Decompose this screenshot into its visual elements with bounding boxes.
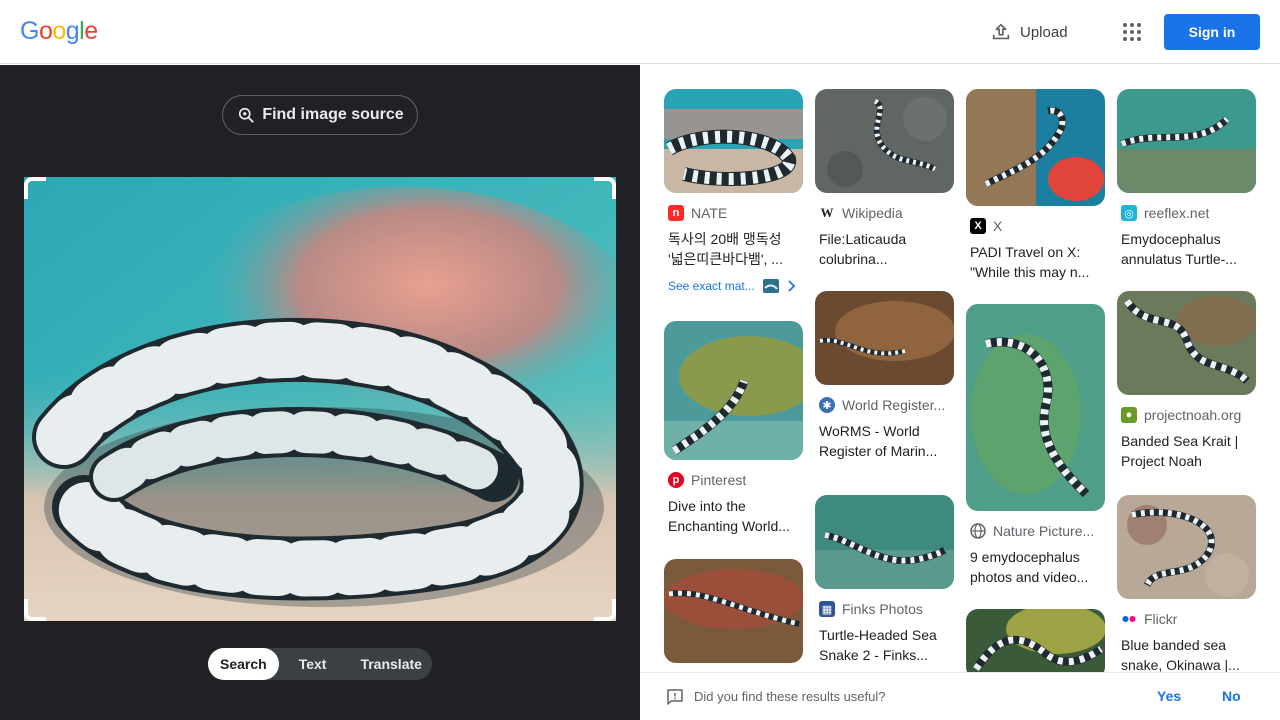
globe-icon: [970, 523, 986, 539]
result-card[interactable]: ▦ Finks Photos Turtle-Headed Sea Snake 2…: [815, 495, 954, 665]
result-title: 9 emydocephalus photos and video...: [970, 549, 1089, 585]
query-image-panel: Find image source Search Text Translate: [0, 65, 640, 720]
worms-icon: ✱: [819, 397, 835, 413]
result-thumbnail: [1117, 89, 1256, 193]
crop-handle-bottom-right[interactable]: [594, 599, 616, 621]
result-thumbnail: [664, 559, 803, 663]
feedback-no-button[interactable]: No: [1222, 688, 1241, 704]
feedback-question: Did you find these results useful?: [694, 689, 886, 704]
result-thumbnail: [966, 89, 1105, 206]
result-thumbnail: [815, 495, 954, 589]
finks-icon: ▦: [819, 601, 835, 617]
reeflex-icon: ◎: [1121, 205, 1137, 221]
result-title: Blue banded sea snake, Okinawa |...: [1121, 637, 1240, 673]
result-thumbnail: [664, 89, 803, 193]
upload-icon: [992, 23, 1010, 40]
find-image-source-button[interactable]: Find image source: [222, 95, 418, 135]
result-source: ▦ Finks Photos: [819, 601, 950, 617]
result-title: Dive into the Enchanting World...: [668, 498, 790, 534]
result-thumbnail: [815, 291, 954, 385]
result-thumbnail: [1117, 291, 1256, 395]
sign-in-button[interactable]: Sign in: [1164, 14, 1260, 50]
google-logo[interactable]: Google: [20, 17, 98, 46]
result-title: WoRMS - World Register of Marin...: [819, 423, 938, 459]
projectnoah-icon: ●: [1121, 407, 1137, 423]
result-thumbnail: [664, 321, 803, 460]
result-card[interactable]: ◎ reeflex.net Emydocephalus annulatus Tu…: [1117, 89, 1256, 269]
feedback-bar: Did you find these results useful? Yes N…: [640, 672, 1280, 720]
chevron-right-icon: [788, 280, 795, 292]
result-source: Nature Picture...: [970, 523, 1101, 539]
wikipedia-icon: W: [819, 205, 835, 221]
apps-grid-icon[interactable]: [1120, 20, 1144, 44]
result-source: ✱ World Register...: [819, 397, 950, 413]
result-card[interactable]: Flickr Blue banded sea snake, Okinawa |.…: [1117, 495, 1256, 675]
x-icon: X: [970, 218, 986, 234]
lens-search-icon: [239, 107, 254, 123]
see-exact-matches-link[interactable]: See exact mat...: [668, 279, 799, 293]
result-card[interactable]: X X PADI Travel on X: "While this may n.…: [966, 89, 1105, 282]
result-card[interactable]: [966, 609, 1105, 679]
result-source: X X: [970, 218, 1101, 234]
upload-button[interactable]: Upload: [990, 18, 1068, 46]
query-image[interactable]: [24, 177, 616, 621]
result-thumbnail: [1117, 495, 1256, 599]
result-thumbnail: [815, 89, 954, 193]
result-card[interactable]: p Pinterest Dive into the Enchanting Wor…: [664, 321, 803, 536]
result-title: File:Laticauda colubrina...: [819, 231, 907, 267]
header: Google Upload Sign in: [0, 0, 1280, 64]
tab-translate[interactable]: Translate: [348, 648, 433, 680]
result-title: PADI Travel on X: "While this may n...: [970, 244, 1090, 280]
exact-match-thumbnail-icon: [762, 279, 779, 293]
upload-label: Upload: [1020, 23, 1068, 41]
crop-handle-top-right[interactable]: [594, 177, 616, 199]
mode-tabs: Search Text Translate: [208, 648, 432, 680]
result-source: n NATE: [668, 205, 799, 221]
crop-handle-top-left[interactable]: [24, 177, 46, 199]
result-source: ◎ reeflex.net: [1121, 205, 1252, 221]
result-source: ● projectnoah.org: [1121, 407, 1252, 423]
crop-handle-bottom-left[interactable]: [24, 599, 46, 621]
feedback-icon: [667, 689, 683, 705]
find-image-source-label: Find image source: [262, 106, 404, 123]
result-card[interactable]: W Wikipedia File:Laticauda colubrina...: [815, 89, 954, 269]
tab-text[interactable]: Text: [287, 648, 339, 680]
feedback-yes-button[interactable]: Yes: [1157, 688, 1181, 704]
result-card[interactable]: [664, 559, 803, 663]
pinterest-icon: p: [668, 472, 684, 488]
result-source: W Wikipedia: [819, 205, 903, 221]
flickr-icon: [1122, 616, 1136, 622]
result-source: Flickr: [1121, 611, 1252, 627]
result-title: Emydocephalus annulatus Turtle-...: [1121, 231, 1237, 267]
tab-search[interactable]: Search: [208, 648, 279, 680]
result-card[interactable]: n NATE 독사의 20배 맹독성 '넓은띠큰바다뱀', ... See ex…: [664, 89, 803, 293]
result-title: Banded Sea Krait | Project Noah: [1121, 433, 1239, 469]
visual-matches: n NATE 독사의 20배 맹독성 '넓은띠큰바다뱀', ... See ex…: [640, 65, 1280, 720]
result-card[interactable]: ✱ World Register... WoRMS - World Regist…: [815, 291, 954, 461]
result-source: p Pinterest: [668, 472, 799, 488]
result-thumbnail: [966, 609, 1105, 679]
result-title: Turtle-Headed Sea Snake 2 - Finks...: [819, 627, 937, 663]
result-card[interactable]: Nature Picture... 9 emydocephalus photos…: [966, 304, 1105, 587]
result-card[interactable]: ● projectnoah.org Banded Sea Krait | Pro…: [1117, 291, 1256, 471]
result-thumbnail: [966, 304, 1105, 511]
nate-icon: n: [668, 205, 684, 221]
result-title: 독사의 20배 맹독성 '넓은띠큰바다뱀', ...: [668, 231, 783, 267]
